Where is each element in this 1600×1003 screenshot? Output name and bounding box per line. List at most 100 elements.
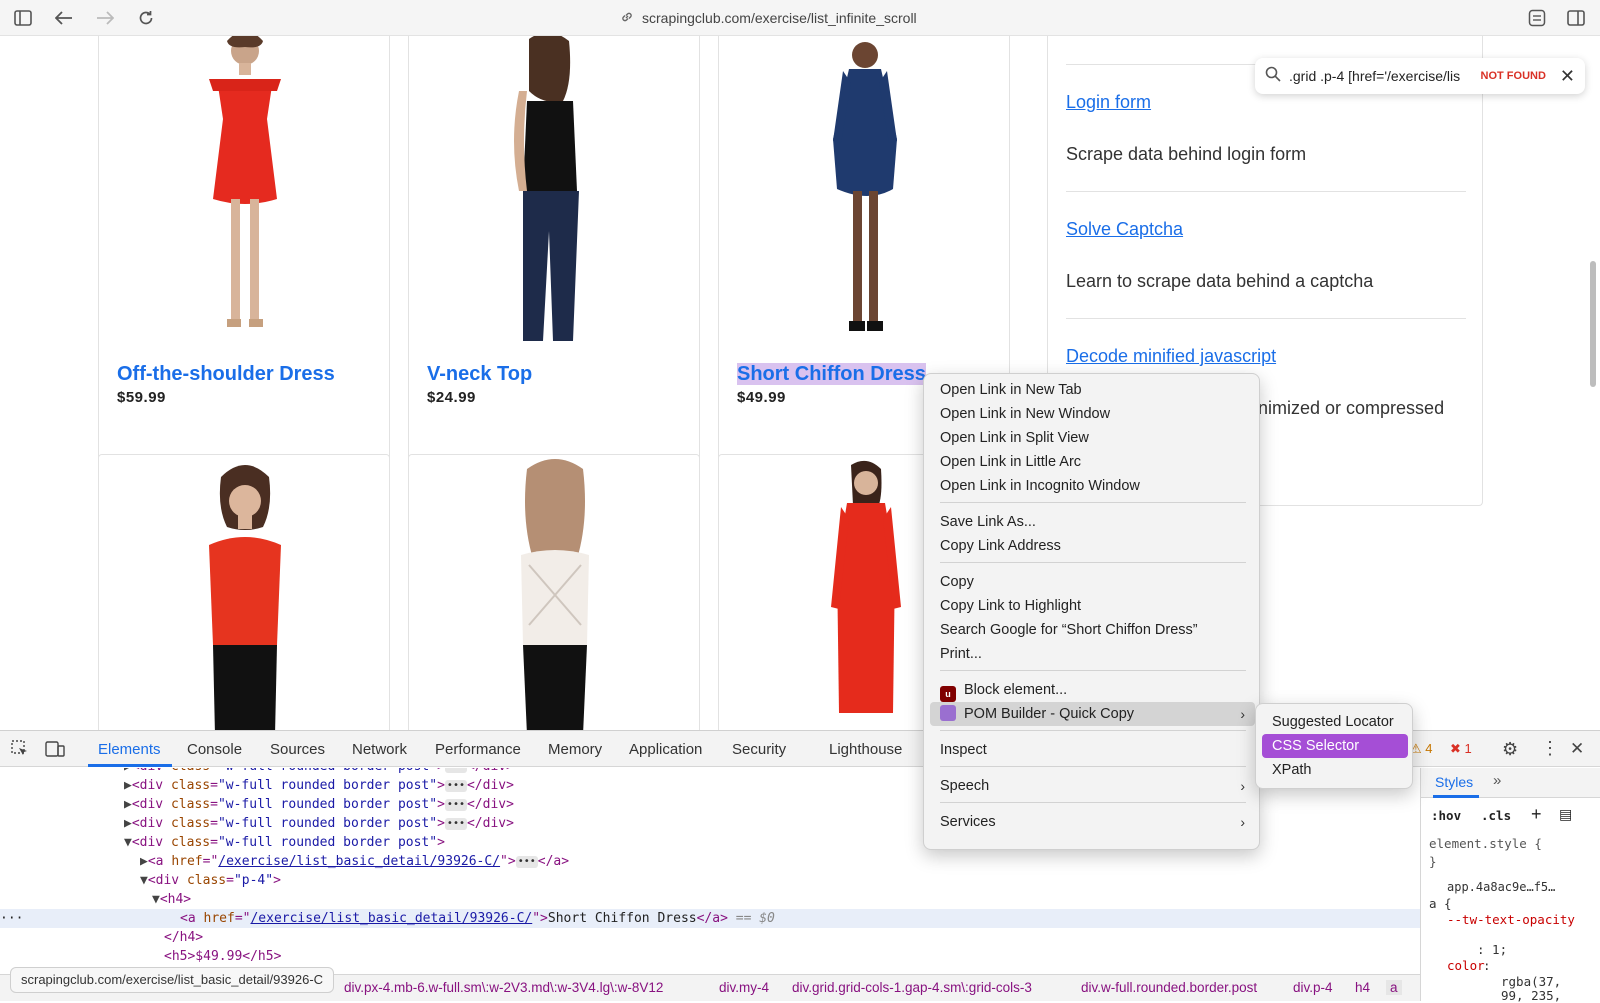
dom-node-selected[interactable]: ··· <a href="/exercise/list_basic_detail… bbox=[0, 909, 1420, 928]
menu-item-open-little-arc[interactable]: Open Link in Little Arc bbox=[930, 450, 1255, 474]
tab-styles[interactable]: Styles bbox=[1435, 774, 1473, 790]
ellipsis-icon: ••• bbox=[444, 817, 467, 830]
close-devtools-icon[interactable]: ✕ bbox=[1570, 739, 1584, 759]
menu-item-inspect[interactable]: Inspect bbox=[930, 738, 1255, 762]
dom-node[interactable]: ▼<div class="p-4"> bbox=[140, 871, 1420, 890]
exercise-link-decode-js[interactable]: Decode minified javascript bbox=[1066, 346, 1276, 367]
reload-icon[interactable] bbox=[134, 6, 158, 30]
product-image-navy-dress[interactable] bbox=[719, 36, 1009, 341]
dom-node[interactable]: <h5>$49.99</h5> bbox=[164, 947, 1420, 966]
ellipsis-icon: ••• bbox=[515, 855, 538, 868]
back-icon[interactable] bbox=[52, 6, 76, 30]
close-icon[interactable]: ✕ bbox=[1560, 66, 1575, 87]
menu-item-open-new-tab[interactable]: Open Link in New Tab bbox=[930, 378, 1255, 402]
menu-item-block-element[interactable]: u Block element... bbox=[930, 678, 1255, 702]
link-hover-url: scrapingclub.com/exercise/list_basic_det… bbox=[10, 967, 335, 993]
stylesheet-source[interactable]: app.4a8ac9e…f5… bbox=[1447, 880, 1555, 894]
tab-memory[interactable]: Memory bbox=[548, 741, 602, 758]
error-icon: ✖ bbox=[1450, 741, 1461, 756]
product-card bbox=[408, 454, 700, 730]
error-count-value: 1 bbox=[1464, 741, 1472, 756]
menu-item-speech[interactable]: Speech › bbox=[930, 774, 1255, 798]
menu-item-print[interactable]: Print... bbox=[930, 642, 1255, 666]
product-title[interactable]: V-neck Top bbox=[427, 361, 681, 387]
css-property[interactable]: --tw-text-opacity bbox=[1447, 912, 1575, 927]
menu-separator bbox=[940, 562, 1246, 563]
menu-item-copy-link-highlight[interactable]: Copy Link to Highlight bbox=[930, 594, 1255, 618]
exercise-description: Learn to scrape data behind a captcha bbox=[1066, 271, 1374, 291]
menu-item-pom-builder[interactable]: POM Builder - Quick Copy › bbox=[930, 702, 1255, 726]
product-title[interactable]: Off-the-shoulder Dress bbox=[117, 361, 371, 387]
product-price: $24.99 bbox=[427, 389, 476, 406]
product-image-red-dress[interactable] bbox=[99, 36, 389, 341]
menu-separator bbox=[940, 670, 1246, 671]
tab-performance[interactable]: Performance bbox=[435, 741, 521, 758]
device-toolbar-icon[interactable] bbox=[44, 739, 66, 764]
submenu-item-css-selector[interactable]: CSS Selector bbox=[1262, 734, 1408, 758]
hover-state-toggle[interactable]: :hov bbox=[1431, 808, 1461, 823]
warning-count[interactable]: ⚠ 4 bbox=[1410, 741, 1433, 757]
dom-node[interactable]: ▼<h4> bbox=[152, 890, 1420, 909]
breadcrumb-item-active[interactable]: a bbox=[1386, 980, 1402, 995]
menu-item-search-google[interactable]: Search Google for “Short Chiffon Dress” bbox=[930, 618, 1255, 642]
submenu-item-suggested-locator[interactable]: Suggested Locator bbox=[1262, 710, 1408, 734]
page-scrollbar[interactable] bbox=[1590, 261, 1596, 387]
dom-node[interactable]: ▶<a href="/exercise/list_basic_detail/93… bbox=[140, 852, 1420, 871]
tab-console[interactable]: Console bbox=[187, 741, 242, 758]
breadcrumb-item[interactable]: div.grid.grid-cols-1.gap-4.sm\:grid-cols… bbox=[792, 980, 1032, 995]
menu-item-open-incognito[interactable]: Open Link in Incognito Window bbox=[930, 474, 1255, 498]
css-value[interactable]: : 1; bbox=[1477, 942, 1507, 957]
menu-item-copy-link-address[interactable]: Copy Link Address bbox=[930, 534, 1255, 558]
tab-elements[interactable]: Elements bbox=[98, 741, 161, 758]
error-count[interactable]: ✖ 1 bbox=[1450, 741, 1472, 757]
class-toggle[interactable]: .cls bbox=[1481, 808, 1511, 823]
tab-application[interactable]: Application bbox=[629, 741, 702, 758]
link-icon bbox=[620, 10, 634, 27]
find-input[interactable]: .grid .p-4 [href='/exercise/lis bbox=[1289, 68, 1473, 84]
add-rule-icon[interactable]: + bbox=[1531, 804, 1542, 825]
rule-close: } bbox=[1429, 854, 1437, 869]
menu-item-open-new-window[interactable]: Open Link in New Window bbox=[930, 402, 1255, 426]
forward-icon[interactable] bbox=[93, 6, 117, 30]
css-property[interactable]: color bbox=[1447, 958, 1485, 973]
dom-node[interactable]: </h4> bbox=[164, 928, 1420, 947]
chevron-right-icon: › bbox=[1240, 778, 1245, 794]
more-options-icon[interactable]: ⋮ bbox=[1541, 738, 1559, 759]
breadcrumb-item[interactable]: div.my-4 bbox=[719, 980, 769, 995]
tab-security[interactable]: Security bbox=[732, 741, 786, 758]
tab-lighthouse[interactable]: Lighthouse bbox=[829, 741, 902, 758]
pom-builder-icon bbox=[940, 705, 956, 721]
css-selector[interactable]: a { bbox=[1429, 896, 1452, 911]
css-value[interactable]: rgba(37, bbox=[1501, 974, 1561, 989]
element-style-rule[interactable]: element.style { bbox=[1429, 836, 1542, 851]
more-tabs-icon[interactable]: » bbox=[1493, 772, 1501, 789]
address-bar[interactable]: scrapingclub.com/exercise/list_infinite_… bbox=[620, 8, 917, 28]
inspect-element-icon[interactable] bbox=[10, 739, 30, 764]
sidebar-toggle-icon[interactable] bbox=[11, 6, 35, 30]
product-image-red-cami[interactable] bbox=[99, 455, 389, 730]
menu-item-save-link-as[interactable]: Save Link As... bbox=[930, 510, 1255, 534]
breadcrumb-item[interactable]: div.w-full.rounded.border.post bbox=[1081, 980, 1257, 995]
gear-icon[interactable]: ⚙ bbox=[1502, 739, 1518, 760]
breadcrumb-item[interactable]: h4 bbox=[1355, 980, 1370, 995]
split-view-icon[interactable] bbox=[1564, 6, 1588, 30]
paint-icon[interactable]: ▤ bbox=[1559, 806, 1572, 823]
exercise-link-login-form[interactable]: Login form bbox=[1066, 92, 1151, 113]
menu-item-copy[interactable]: Copy bbox=[930, 570, 1255, 594]
menu-item-open-split-view[interactable]: Open Link in Split View bbox=[930, 426, 1255, 450]
menu-separator bbox=[940, 502, 1246, 503]
ublock-icon: u bbox=[940, 686, 956, 702]
menu-item-services[interactable]: Services › bbox=[930, 810, 1255, 834]
find-bar[interactable]: .grid .p-4 [href='/exercise/lis NOT FOUN… bbox=[1255, 58, 1585, 94]
tab-network[interactable]: Network bbox=[352, 741, 407, 758]
breadcrumb-item[interactable]: div.p-4 bbox=[1293, 980, 1333, 995]
exercise-link-solve-captcha[interactable]: Solve Captcha bbox=[1066, 219, 1183, 240]
extensions-icon[interactable] bbox=[1525, 6, 1549, 30]
breadcrumb-item[interactable]: div.px-4.mb-6.w-full.sm\:w-2V3.md\:w-3V4… bbox=[344, 980, 663, 995]
product-image-white-cami[interactable] bbox=[409, 455, 699, 730]
product-image-black-top[interactable] bbox=[409, 36, 699, 341]
highlighted-link-text[interactable]: Short Chiffon Dress bbox=[737, 363, 926, 385]
submenu-item-xpath[interactable]: XPath bbox=[1262, 758, 1408, 782]
tab-sources[interactable]: Sources bbox=[270, 741, 325, 758]
styles-tab-bar: Styles » bbox=[1421, 768, 1600, 798]
